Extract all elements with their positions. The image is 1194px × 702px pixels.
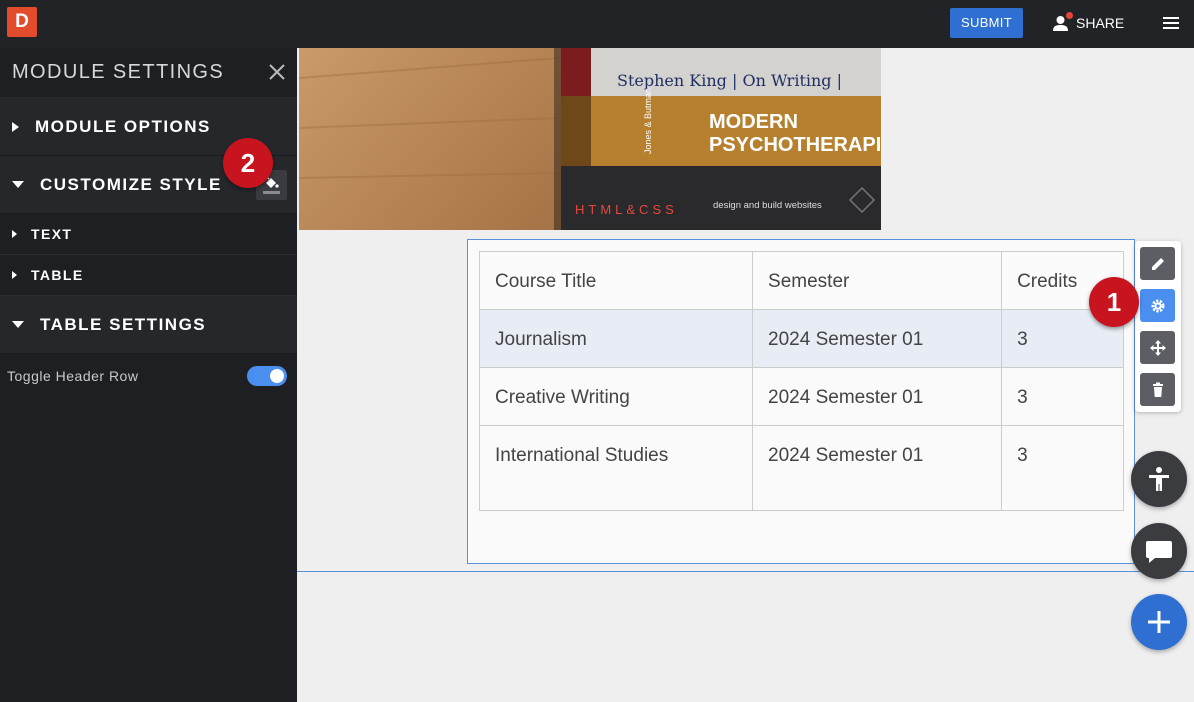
table-cell[interactable]: Creative Writing: [478, 367, 754, 426]
accessibility-icon: [1149, 467, 1169, 491]
subsection-label: TABLE: [31, 267, 84, 283]
book-title-2a: MODERN: [709, 111, 798, 133]
move-icon: [1149, 339, 1166, 356]
panel-title: MODULE SETTINGS: [12, 61, 225, 83]
subsection-table[interactable]: TABLE: [0, 255, 297, 296]
table-cell[interactable]: 3: [1001, 367, 1124, 426]
step-badge-2: 2: [223, 138, 273, 188]
book-subtitle-3: design and build websites: [713, 200, 822, 211]
caret-down-icon: [12, 181, 24, 188]
caret-down-icon: [12, 321, 24, 328]
toggle-header-row-label: Toggle Header Row: [7, 368, 139, 384]
book-title-3: HTML&CSS: [575, 202, 678, 217]
submit-button[interactable]: SUBMIT: [950, 8, 1023, 38]
top-bar: D SUBMIT SHARE: [0, 0, 1194, 48]
book-title-1: Stephen King | On Writing |: [617, 71, 842, 90]
module-toolbar: [1135, 241, 1181, 412]
toggle-header-row-switch[interactable]: [247, 366, 287, 386]
caret-right-icon: [12, 271, 17, 279]
table-cell[interactable]: 2024 Semester 01: [752, 425, 1003, 511]
table-row: Creative Writing 2024 Semester 01 3: [478, 367, 1124, 426]
hamburger-menu-icon[interactable]: [1160, 12, 1182, 34]
trash-icon: [1152, 382, 1163, 397]
share-label: SHARE: [1076, 15, 1125, 31]
delete-button[interactable]: [1140, 373, 1175, 406]
edit-button[interactable]: [1140, 247, 1175, 280]
toggle-knob: [270, 369, 284, 383]
table-cell[interactable]: 2024 Semester 01: [752, 309, 1003, 368]
subsection-text[interactable]: TEXT: [0, 214, 297, 255]
section-label: CUSTOMIZE STYLE: [40, 174, 222, 194]
panel-header: MODULE SETTINGS: [0, 48, 297, 98]
table-header-cell[interactable]: Semester: [752, 251, 1003, 310]
subsection-label: TEXT: [31, 226, 73, 242]
books-image: Stephen King | On Writing | MODERN PSYCH…: [299, 48, 881, 230]
gear-icon: [1151, 299, 1164, 312]
table-cell[interactable]: 3: [1001, 425, 1124, 511]
table-cell[interactable]: Journalism: [478, 309, 754, 368]
notification-dot: [1066, 12, 1073, 19]
pencil-icon: [1151, 257, 1164, 270]
accessibility-button[interactable]: [1131, 451, 1187, 507]
table-row: Journalism 2024 Semester 01 3: [478, 309, 1124, 368]
move-button[interactable]: [1140, 331, 1175, 364]
page-canvas: Stephen King | On Writing | MODERN PSYCH…: [297, 48, 1194, 702]
step-badge-1: 1: [1089, 277, 1139, 327]
books-photo: Stephen King | On Writing | MODERN PSYCH…: [299, 48, 881, 230]
table-cell[interactable]: International Studies: [478, 425, 754, 511]
table-header-row: Course Title Semester Credits: [478, 251, 1124, 310]
settings-button[interactable]: [1140, 289, 1175, 322]
book-spine-2: Jones & Butman: [643, 88, 653, 154]
close-icon[interactable]: [267, 62, 287, 82]
table-header-cell[interactable]: Course Title: [478, 251, 754, 310]
chat-icon: [1146, 541, 1172, 563]
share-button[interactable]: SHARE: [1052, 8, 1124, 38]
section-label: MODULE OPTIONS: [35, 116, 211, 136]
caret-right-icon: [12, 230, 17, 238]
plus-icon: [1148, 611, 1170, 633]
section-label: TABLE SETTINGS: [40, 314, 207, 334]
section-boundary-line: [297, 571, 1194, 572]
section-table-settings[interactable]: TABLE SETTINGS: [0, 296, 297, 354]
toggle-header-row-setting: Toggle Header Row: [0, 354, 297, 398]
add-button[interactable]: [1131, 594, 1187, 650]
chat-button[interactable]: [1131, 523, 1187, 579]
app-logo[interactable]: D: [7, 7, 37, 37]
caret-right-icon: [12, 121, 19, 132]
table-cell[interactable]: 2024 Semester 01: [752, 367, 1003, 426]
book-title-2b: PSYCHOTHERAPI: [709, 134, 881, 156]
course-table: Course Title Semester Credits Journalism…: [478, 251, 1124, 511]
table-row: International Studies 2024 Semester 01 3: [478, 425, 1124, 511]
table-module[interactable]: Course Title Semester Credits Journalism…: [467, 239, 1135, 564]
